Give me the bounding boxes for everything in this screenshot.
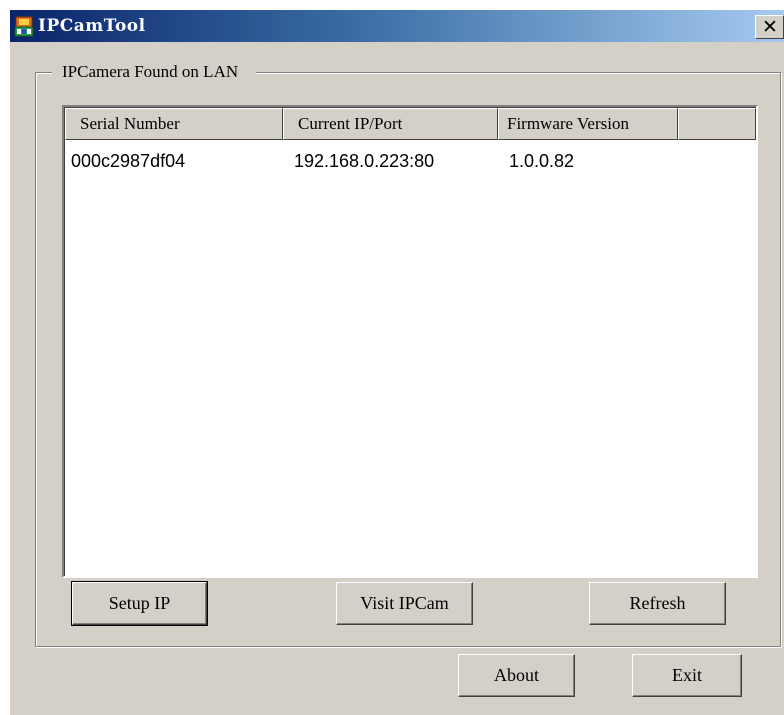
setup-ip-button[interactable]: Setup IP [71, 581, 208, 626]
dialog-window: IPCamTool ✕ IPCamera Found on LAN Serial… [10, 10, 784, 715]
about-button[interactable]: About [458, 654, 575, 697]
cell-firmware-version: 1.0.0.82 [509, 151, 575, 171]
cell-serial-number: 000c2987df04 [71, 151, 186, 171]
close-icon: ✕ [762, 16, 778, 38]
visit-ipcam-button[interactable]: Visit IPCam [336, 582, 473, 625]
ipcamtool-app-icon [14, 16, 34, 37]
column-header-serial-number[interactable]: Serial Number [65, 108, 283, 140]
title-bar[interactable]: IPCamTool ✕ [10, 10, 784, 42]
column-header-firmware-version[interactable]: Firmware Version [498, 108, 678, 140]
exit-button[interactable]: Exit [632, 654, 742, 697]
list-header: Serial Number Current IP/Port Firmware V… [65, 108, 756, 140]
group-label: IPCamera Found on LAN [52, 62, 257, 82]
column-header-empty [678, 108, 756, 140]
window-title: IPCamTool [38, 16, 146, 36]
column-header-current-ip-port[interactable]: Current IP/Port [283, 108, 498, 140]
refresh-button[interactable]: Refresh [589, 582, 726, 625]
table-row[interactable]: 000c2987df04 192.168.0.223:80 1.0.0.82 [65, 142, 756, 172]
cell-ip-port: 192.168.0.223:80 [294, 151, 435, 171]
close-button[interactable]: ✕ [755, 15, 784, 39]
camera-list[interactable]: Serial Number Current IP/Port Firmware V… [62, 105, 758, 578]
